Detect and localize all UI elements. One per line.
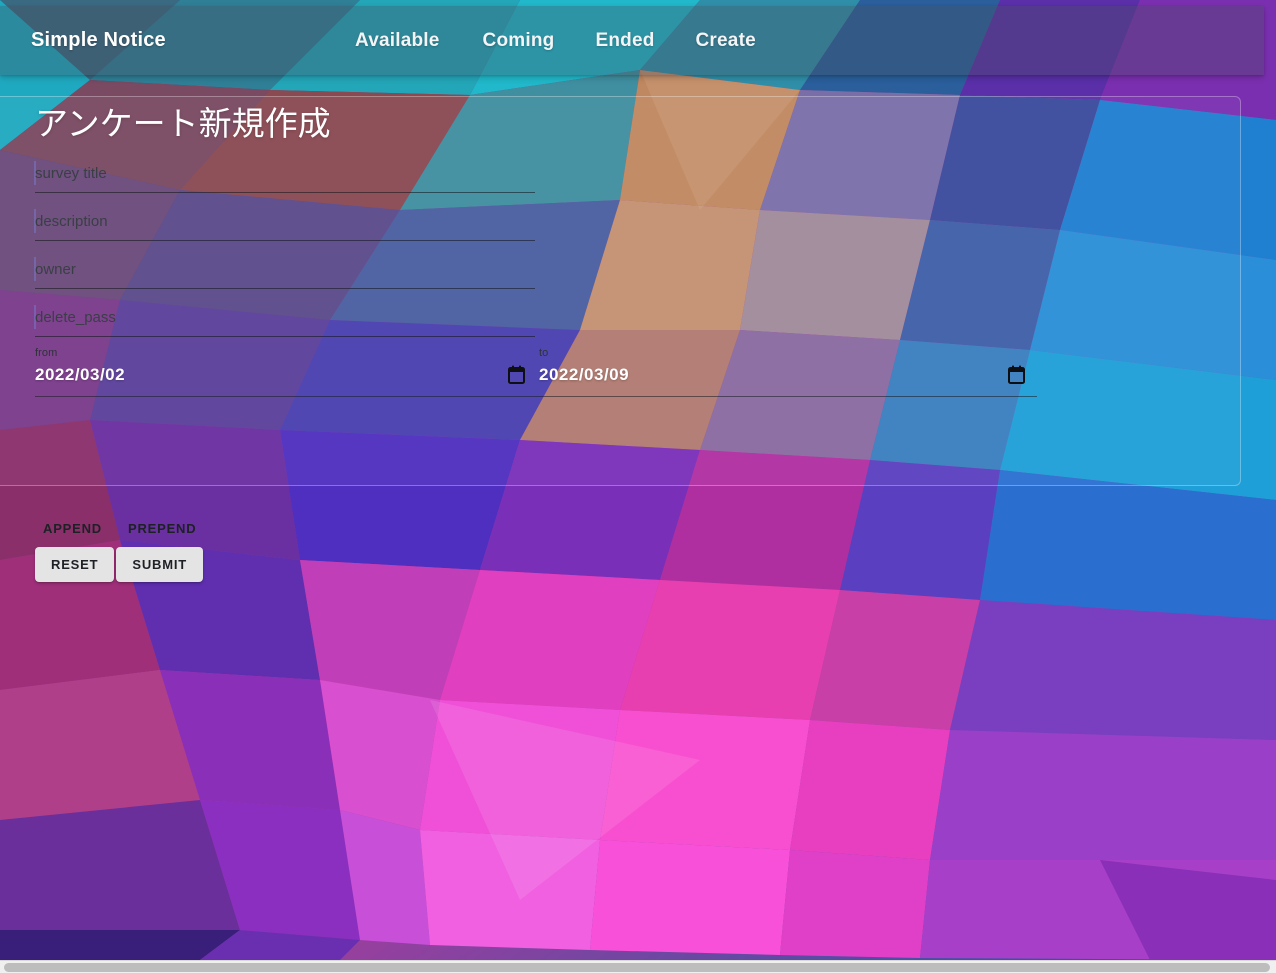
field-underline <box>35 336 535 337</box>
survey-form: survey title description owner delete_pa… <box>34 155 1235 409</box>
date-from-value-row[interactable]: 2022/03/02 <box>35 362 537 388</box>
date-from-field[interactable]: from 2022/03/02 <box>35 347 537 399</box>
nav-links: Available Coming Ended Create <box>352 6 756 75</box>
append-button[interactable]: APPEND <box>35 517 110 540</box>
survey-title-placeholder: survey title <box>35 165 107 182</box>
form-actions-group: RESET SUBMIT <box>35 547 203 582</box>
nav-link-coming[interactable]: Coming <box>483 30 555 52</box>
delete-pass-placeholder: delete_pass <box>35 309 116 326</box>
nav-link-create[interactable]: Create <box>696 30 756 52</box>
field-description[interactable]: description <box>34 203 535 251</box>
text-caret <box>34 209 36 233</box>
field-underline <box>35 240 535 241</box>
date-to-value-row[interactable]: 2022/03/09 <box>539 362 1037 388</box>
date-from-value: 2022/03/02 <box>35 365 126 384</box>
app-root: Simple Notice Available Coming Ended Cre… <box>0 0 1276 973</box>
nav-link-ended[interactable]: Ended <box>595 30 654 52</box>
date-from-label: from <box>35 347 58 359</box>
owner-placeholder: owner <box>35 261 76 278</box>
horizontal-scrollbar-track[interactable] <box>0 960 1276 973</box>
prepend-button[interactable]: PREPEND <box>120 517 204 540</box>
nav-brand[interactable]: Simple Notice <box>31 29 166 52</box>
date-to-label: to <box>539 347 549 359</box>
field-delete-pass[interactable]: delete_pass <box>34 299 535 347</box>
text-caret <box>34 305 36 329</box>
survey-create-card: アンケート新規作成 survey title description owner… <box>0 96 1241 582</box>
field-underline <box>35 192 535 193</box>
date-range-row: from 2022/03/02 to 2022/03/09 <box>35 347 1235 409</box>
calendar-icon[interactable] <box>1008 365 1025 384</box>
description-placeholder: description <box>35 213 108 230</box>
field-owner[interactable]: owner <box>34 251 535 299</box>
text-caret <box>34 257 36 281</box>
insert-buttons-group: APPEND PREPEND <box>35 517 204 540</box>
submit-button[interactable]: SUBMIT <box>116 547 203 582</box>
date-to-value: 2022/03/09 <box>539 365 630 384</box>
text-caret <box>34 161 36 185</box>
calendar-icon[interactable] <box>508 365 525 384</box>
field-underline <box>35 288 535 289</box>
navbar: Simple Notice Available Coming Ended Cre… <box>0 6 1264 75</box>
date-range-underline <box>35 396 1037 397</box>
nav-link-available[interactable]: Available <box>355 30 440 52</box>
reset-button[interactable]: RESET <box>35 547 115 582</box>
field-survey-title[interactable]: survey title <box>34 155 535 203</box>
page-title: アンケート新規作成 <box>35 105 331 142</box>
horizontal-scrollbar-thumb[interactable] <box>4 963 1270 972</box>
date-to-field[interactable]: to 2022/03/09 <box>539 347 1037 399</box>
